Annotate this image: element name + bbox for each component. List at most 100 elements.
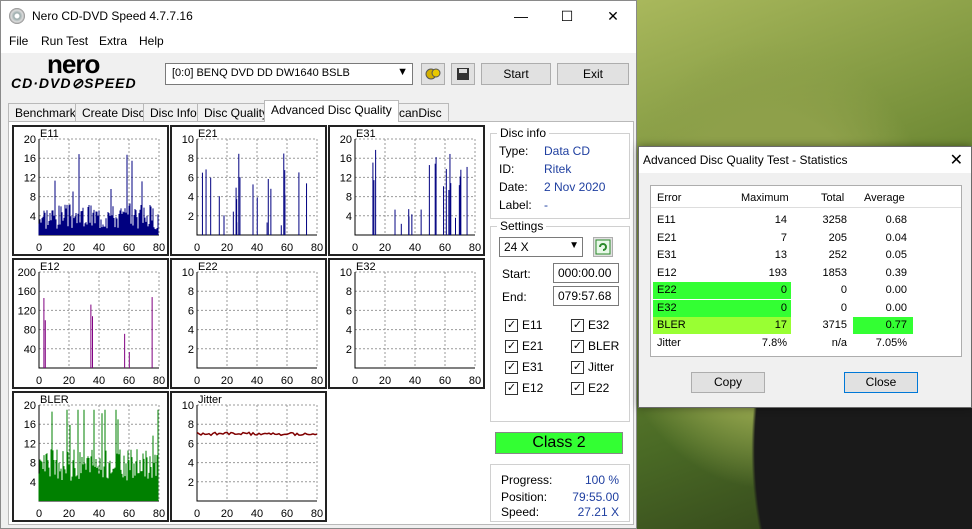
start-button[interactable]: Start xyxy=(481,63,551,85)
stat-total: n/a xyxy=(831,336,847,349)
tab-benchmark[interactable]: Benchmark xyxy=(8,103,83,122)
x-tick-label: 40 xyxy=(251,242,263,254)
chart-plot: 0 20 40 60 80 20 16 12 8 4 xyxy=(24,134,165,254)
statistics-title: Advanced Disc Quality Test - Statistics xyxy=(643,153,848,167)
checkbox-e31[interactable]: ✓ xyxy=(505,361,518,374)
progress-label: Progress: xyxy=(501,473,553,487)
statistics-header-row: Error Maximum Total Average xyxy=(651,186,961,208)
save-icon[interactable] xyxy=(451,63,475,85)
menu-extra[interactable]: Extra xyxy=(99,34,127,48)
y-tick-label: 8 xyxy=(30,192,36,204)
close-button[interactable]: ✕ xyxy=(590,1,636,31)
statistics-close-icon[interactable]: ✕ xyxy=(950,150,963,170)
maximize-button[interactable]: ☐ xyxy=(544,1,590,31)
logo-subtitle: CD·DVD⊘SPEED xyxy=(11,75,137,91)
position-label: Position: xyxy=(501,490,548,504)
checkbox-e11[interactable]: ✓ xyxy=(505,319,518,332)
chart-plot: 0 20 40 60 80 10 8 6 4 2 xyxy=(182,267,323,387)
menu-run-test[interactable]: Run Test xyxy=(41,34,88,48)
x-tick-label: 0 xyxy=(194,375,200,387)
stat-error: E31 xyxy=(657,249,677,261)
disc-type-value: Data CD xyxy=(544,144,591,158)
tab-disc-info[interactable]: Disc Info xyxy=(143,103,204,122)
refresh-icon[interactable] xyxy=(593,237,613,257)
checkbox-bler[interactable]: ✓ xyxy=(571,340,584,353)
y-tick-label: 8 xyxy=(188,153,194,165)
disc-id-value: Ritek xyxy=(544,162,572,176)
y-tick-label: 16 xyxy=(24,419,36,431)
chart-plot: 0 20 40 60 80 10 8 6 4 2 xyxy=(340,267,481,387)
stat-average: 0.77 xyxy=(885,319,907,331)
y-tick-label: 10 xyxy=(182,267,194,279)
exit-button[interactable]: Exit xyxy=(557,63,629,85)
chevron-down-icon: ▼ xyxy=(569,240,579,251)
stat-total: 1853 xyxy=(822,266,847,279)
x-tick-label: 20 xyxy=(63,508,75,520)
y-tick-label: 120 xyxy=(18,305,36,317)
checkbox-e32[interactable]: ✓ xyxy=(571,319,584,332)
tab-create-disc[interactable]: Create Disc xyxy=(75,103,152,122)
x-tick-label: 20 xyxy=(221,242,233,254)
header-maximum: Maximum xyxy=(741,192,789,204)
settings-title: Settings xyxy=(497,219,547,233)
window-title: Nero CD-DVD Speed 4.7.7.16 xyxy=(32,9,193,23)
eject-icon[interactable] xyxy=(421,63,445,85)
y-tick-label: 2 xyxy=(188,344,194,356)
speed-select[interactable]: 24 X ▼ xyxy=(499,237,583,257)
stat-total: 0 xyxy=(840,284,847,296)
checkbox-label-e22: E22 xyxy=(588,381,610,395)
minimize-button[interactable]: — xyxy=(498,1,544,31)
chart-e22: E22 0 20 40 60 80 10 8 6 4 2 xyxy=(170,258,327,389)
close-button-stats[interactable]: Close xyxy=(844,372,918,393)
y-tick-label: 10 xyxy=(340,267,352,279)
chart-plot: 0 20 40 60 80 10 8 6 4 2 xyxy=(182,400,323,520)
chart-e12: E12 0 20 40 60 80 200 160 120 80 40 xyxy=(12,258,169,389)
title-bar: Nero CD-DVD Speed 4.7.7.16 — ☐ ✕ xyxy=(1,1,636,31)
menu-file[interactable]: File xyxy=(9,34,28,48)
y-tick-label: 20 xyxy=(340,134,352,146)
chart-plot: 0 20 40 60 80 20 16 12 8 4 xyxy=(340,134,481,254)
start-time-field[interactable]: 000:00.00 xyxy=(553,263,619,283)
checkbox-jitter[interactable]: ✓ xyxy=(571,361,584,374)
checkbox-e12[interactable]: ✓ xyxy=(505,382,518,395)
header-total: Total xyxy=(821,192,845,204)
checkbox-label-e12: E12 xyxy=(522,381,544,395)
checkbox-e22[interactable]: ✓ xyxy=(571,382,584,395)
stat-maximum: 193 xyxy=(768,266,787,279)
checkbox-e21[interactable]: ✓ xyxy=(505,340,518,353)
stat-total: 252 xyxy=(828,249,847,261)
drive-select[interactable]: [0:0] BENQ DVD DD DW1640 BSLB ▼ xyxy=(165,63,413,85)
stat-maximum: 0 xyxy=(780,301,787,314)
y-tick-label: 2 xyxy=(188,211,194,223)
stat-average: 0.39 xyxy=(885,266,907,279)
progress-value: 100 % xyxy=(584,473,619,487)
stat-maximum: 13 xyxy=(774,249,787,261)
position-value: 79:55.00 xyxy=(572,490,619,504)
advanced-disc-quality-panel: E11 0 20 40 60 80 20 16 12 8 4 E21 0 20 40 60 80 10 8 6 4 2 E3… xyxy=(8,121,634,525)
copy-button[interactable]: Copy xyxy=(691,372,765,393)
tab-advanced-disc-quality[interactable]: Advanced Disc Quality xyxy=(264,100,399,122)
y-tick-label: 4 xyxy=(188,192,194,204)
chart-jitter: Jitter 0 20 40 60 80 10 8 6 4 2 xyxy=(170,391,327,522)
y-tick-label: 6 xyxy=(346,305,352,317)
x-tick-label: 80 xyxy=(153,242,165,254)
x-tick-label: 0 xyxy=(352,242,358,254)
x-tick-label: 40 xyxy=(93,508,105,520)
y-tick-label: 10 xyxy=(182,400,194,412)
disc-type-label: Type: xyxy=(499,144,529,158)
x-tick-label: 20 xyxy=(63,242,75,254)
stat-average: 7.05% xyxy=(875,336,907,349)
stat-error: E12 xyxy=(657,266,677,279)
speed-label: Speed: xyxy=(501,505,540,519)
y-tick-label: 6 xyxy=(188,172,194,184)
x-tick-label: 60 xyxy=(439,242,451,254)
y-tick-label: 4 xyxy=(188,458,194,470)
chart-e11: E11 0 20 40 60 80 20 16 12 8 4 xyxy=(12,125,169,256)
end-time-field[interactable]: 079:57.68 xyxy=(553,286,619,306)
x-tick-label: 60 xyxy=(439,375,451,387)
menu-help[interactable]: Help xyxy=(139,34,164,48)
disc-id-label: ID: xyxy=(499,162,515,176)
x-tick-label: 0 xyxy=(36,508,42,520)
toolbar: nero CD·DVD⊘SPEED [0:0] BENQ DVD DD DW16… xyxy=(1,49,636,97)
checkbox-label-e32: E32 xyxy=(588,318,610,332)
